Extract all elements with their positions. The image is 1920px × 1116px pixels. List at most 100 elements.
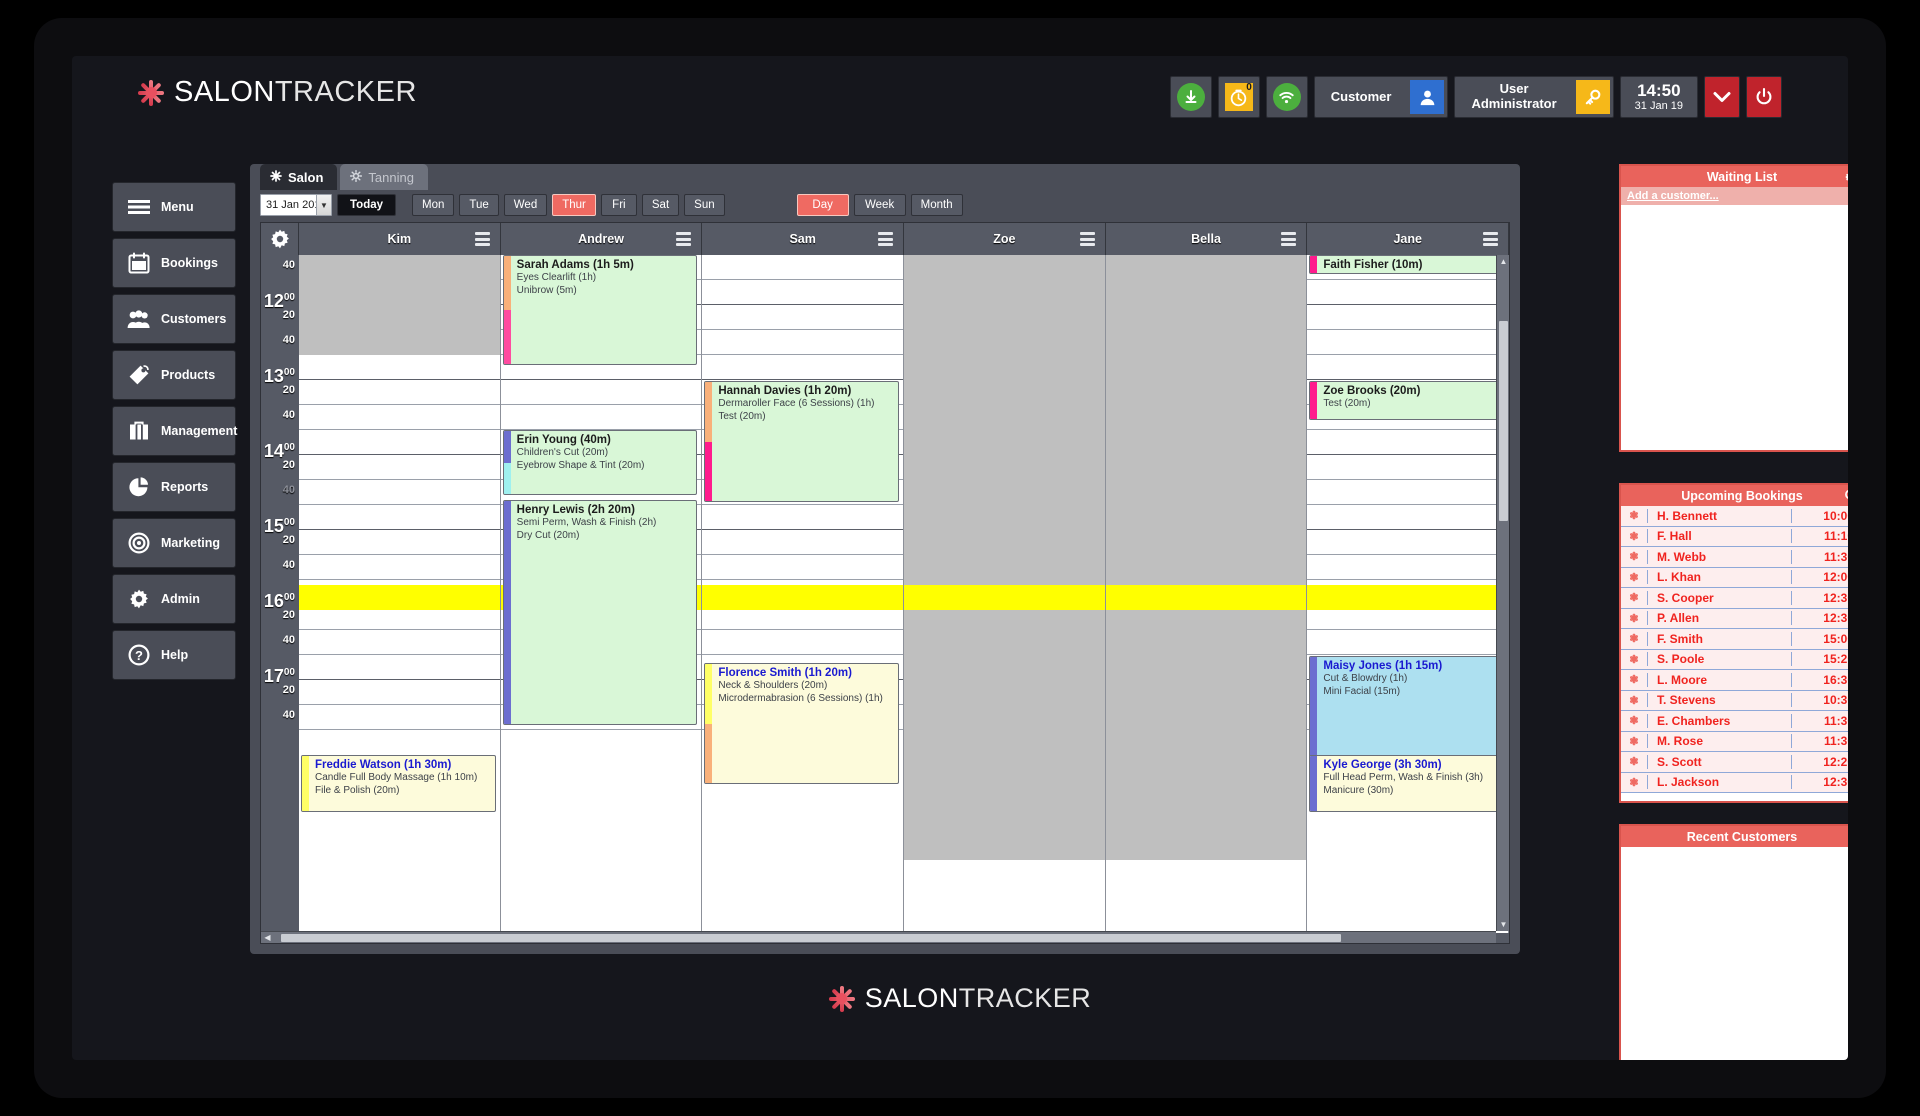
calendar-vertical-scrollbar[interactable]: ▲ ▼ xyxy=(1496,255,1509,931)
calendar-slot[interactable] xyxy=(702,280,904,305)
appointment-block[interactable]: Sarah Adams (1h 5m) Eyes Clearlift (1h) Un… xyxy=(502,255,698,365)
calendar-slot[interactable] xyxy=(1307,530,1509,555)
scroll-down-icon[interactable]: ▼ xyxy=(1497,920,1509,929)
calendar-column-kim[interactable]: Freddie Watson (1h 30m) Candle Full Body … xyxy=(299,255,501,933)
calendar-slot[interactable] xyxy=(299,480,500,505)
appointment-block[interactable]: Faith Fisher (10m) xyxy=(1309,255,1505,274)
sidebar-item-bookings[interactable]: Bookings xyxy=(112,238,236,288)
calendar-slot[interactable] xyxy=(702,505,904,530)
resource-menu-icon[interactable] xyxy=(676,232,692,246)
calendar-slot[interactable] xyxy=(1307,355,1509,380)
scroll-up-icon[interactable]: ▲ xyxy=(1497,257,1509,266)
appointment-block[interactable]: Erin Young (40m) Children's Cut (20m) Eyeb… xyxy=(502,430,698,495)
calendar-horizontal-scrollbar[interactable]: ◀ xyxy=(261,931,1496,943)
calendar-column-zoe[interactable] xyxy=(904,255,1106,933)
calendar-slot[interactable] xyxy=(299,530,500,555)
calendar-slot[interactable] xyxy=(1307,330,1509,355)
calendar-slot[interactable] xyxy=(299,630,500,655)
tab-tanning[interactable]: Tanning xyxy=(340,164,428,190)
calendar-slot[interactable] xyxy=(1307,555,1509,580)
power-button[interactable] xyxy=(1746,76,1782,118)
day-button-thur[interactable]: Thur xyxy=(552,194,596,216)
timer-button[interactable]: 0 xyxy=(1217,76,1260,118)
view-button-month[interactable]: Month xyxy=(910,194,963,216)
upcoming-booking-row[interactable]: ❃ E. Chambers11:30 xyxy=(1621,711,1848,732)
appointment-block[interactable]: Zoe Brooks (20m) Test (20m) xyxy=(1309,381,1505,420)
expand-button[interactable] xyxy=(1704,76,1740,118)
resource-header-jane[interactable]: Jane xyxy=(1307,223,1509,255)
sidebar-item-management[interactable]: Management xyxy=(112,406,237,456)
today-button[interactable]: Today xyxy=(337,194,397,216)
search-icon[interactable] xyxy=(1844,489,1848,503)
download-button[interactable] xyxy=(1169,76,1212,118)
sidebar-item-products[interactable]: Products xyxy=(112,350,236,400)
upcoming-booking-row[interactable]: ❃ H. Bennett10:00 xyxy=(1621,506,1848,527)
calendar-slot[interactable] xyxy=(1307,280,1509,305)
calendar-slot[interactable] xyxy=(500,380,702,405)
appointment-block[interactable]: Maisy Jones (1h 15m) Cut & Blowdry (1h) Mi… xyxy=(1309,656,1505,768)
resource-menu-icon[interactable] xyxy=(1483,232,1499,246)
calendar-slot[interactable] xyxy=(299,455,500,480)
calendar-slot[interactable] xyxy=(299,655,500,680)
sidebar-item-admin[interactable]: Admin xyxy=(112,574,236,624)
calendar-slot[interactable] xyxy=(1307,480,1509,505)
sidebar-item-customers[interactable]: Customers xyxy=(112,294,236,344)
sidebar-item-marketing[interactable]: Marketing xyxy=(112,518,236,568)
calendar-column-bella[interactable] xyxy=(1105,255,1308,933)
scroll-thumb[interactable] xyxy=(1499,321,1508,521)
chevron-down-icon[interactable]: ▼ xyxy=(316,195,331,215)
calendar-slot[interactable] xyxy=(702,355,904,380)
appointment-block[interactable]: Kyle George (3h 30m) Full Head Perm, Wash… xyxy=(1309,755,1505,812)
upcoming-booking-row[interactable]: ❃ F. Hall11:10 xyxy=(1621,526,1848,547)
calendar-slot[interactable] xyxy=(702,255,904,280)
calendar-settings-button[interactable] xyxy=(261,223,299,255)
upcoming-booking-row[interactable]: ❃ T. Stevens10:30 xyxy=(1621,690,1848,711)
calendar-column-jane[interactable]: Faith Fisher (10m) Zoe Brooks (20m) Test (… xyxy=(1307,255,1509,933)
resource-header-zoe[interactable]: Zoe xyxy=(904,223,1106,255)
upcoming-booking-row[interactable]: ❃ L. Moore16:30 xyxy=(1621,670,1848,691)
resource-header-kim[interactable]: Kim xyxy=(299,223,501,255)
upcoming-booking-row[interactable]: ❃ S. Cooper12:30 xyxy=(1621,588,1848,609)
day-button-wed[interactable]: Wed xyxy=(503,194,548,216)
upcoming-booking-row[interactable]: ❃ S. Poole15:20 xyxy=(1621,649,1848,670)
resource-menu-icon[interactable] xyxy=(1079,232,1095,246)
add-customer-link[interactable]: Add a customer... xyxy=(1627,190,1719,202)
upcoming-booking-row[interactable]: ❃ L. Khan12:00 xyxy=(1621,567,1848,588)
upcoming-booking-row[interactable]: ❃ F. Smith15:00 xyxy=(1621,629,1848,650)
scroll-left-icon[interactable]: ◀ xyxy=(261,933,274,942)
calendar-slot[interactable] xyxy=(702,530,904,555)
waiting-list-add-row[interactable]: Add a customer... xyxy=(1621,187,1848,205)
calendar-column-andrew[interactable]: Sarah Adams (1h 5m) Eyes Clearlift (1h) Un… xyxy=(500,255,703,933)
upcoming-booking-row[interactable]: ❃ M. Webb11:30 xyxy=(1621,547,1848,568)
customer-button[interactable]: Customer xyxy=(1313,76,1449,118)
sidebar-item-reports[interactable]: Reports xyxy=(112,462,236,512)
appointment-block[interactable]: Florence Smith (1h 20m) Neck & Shoulders … xyxy=(704,663,900,784)
calendar-slot[interactable] xyxy=(1307,430,1509,455)
calendar-slot[interactable] xyxy=(299,380,500,405)
calendar-slot[interactable] xyxy=(299,705,500,730)
calendar-slot[interactable] xyxy=(1307,505,1509,530)
calendar-slot[interactable] xyxy=(702,330,904,355)
upcoming-booking-row[interactable]: ❃ P. Allen12:30 xyxy=(1621,608,1848,629)
calendar-column-sam[interactable]: Hannah Davies (1h 20m) Dermaroller Face (… xyxy=(702,255,905,933)
view-button-week[interactable]: Week xyxy=(853,194,906,216)
day-button-fri[interactable]: Fri xyxy=(600,194,637,216)
day-button-sat[interactable]: Sat xyxy=(641,194,680,216)
resource-header-andrew[interactable]: Andrew xyxy=(501,223,703,255)
day-button-tue[interactable]: Tue xyxy=(459,194,499,216)
appointment-block[interactable]: Freddie Watson (1h 30m) Candle Full Body … xyxy=(301,755,496,812)
resource-menu-icon[interactable] xyxy=(878,232,894,246)
calendar-slot[interactable] xyxy=(299,430,500,455)
resource-header-bella[interactable]: Bella xyxy=(1106,223,1308,255)
sidebar-item-help[interactable]: ? Help xyxy=(112,630,236,680)
calendar-slot[interactable] xyxy=(299,405,500,430)
calendar-slot[interactable] xyxy=(702,555,904,580)
view-button-day[interactable]: Day xyxy=(796,194,849,216)
calendar-slot[interactable] xyxy=(1307,455,1509,480)
calendar-slot[interactable] xyxy=(299,680,500,705)
calendar-slot[interactable] xyxy=(702,305,904,330)
day-button-sun[interactable]: Sun xyxy=(684,194,725,216)
upcoming-booking-row[interactable]: ❃ M. Rose11:30 xyxy=(1621,731,1848,752)
user-button[interactable]: User Administrator xyxy=(1454,76,1614,118)
tab-salon[interactable]: Salon xyxy=(260,164,338,190)
